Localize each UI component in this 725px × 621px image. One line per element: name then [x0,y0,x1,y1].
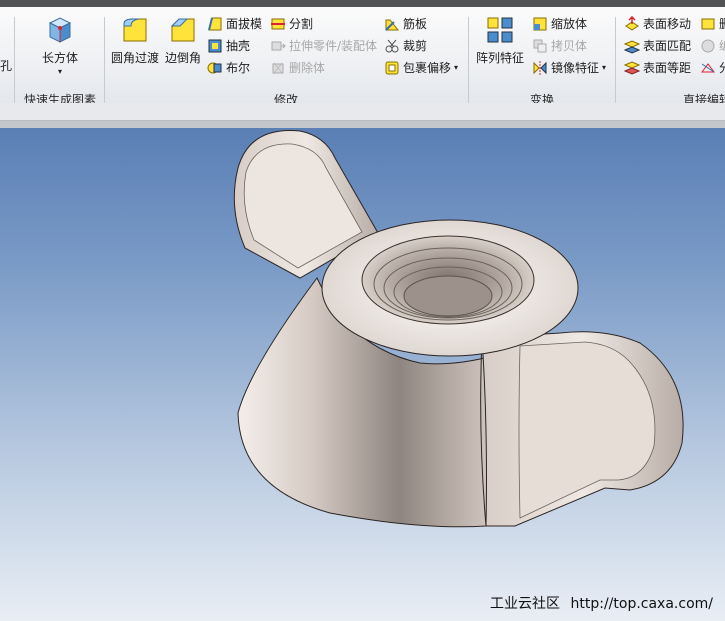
wrap-offset-dropdown-arrow[interactable]: ▾ [454,63,458,72]
rib-icon [384,16,400,32]
rib-button[interactable]: 筋板 [384,15,427,32]
ribbon-footer [0,103,725,121]
trim-label: 裁剪 [403,39,428,53]
delete-body-label: 删除体 [289,61,326,75]
watermark: 工业云社区 http://top.caxa.com/ [484,593,713,613]
stretch-label: 拉伸零件/装配体 [289,39,378,53]
split-label: 分割 [289,17,314,31]
scale-icon [532,16,548,32]
chamfer-button[interactable]: 边倒角 [163,12,203,66]
direct-edit-b-icon [700,38,716,54]
wing-nut-model[interactable] [0,128,725,621]
draft-icon [207,16,223,32]
wrap-offset-icon [384,60,400,76]
direct-delete-button[interactable]: 删 [700,15,725,32]
separator [615,17,616,109]
face-offset-button[interactable]: 表面等距 [624,59,691,76]
copy-body-icon [532,38,548,54]
mirror-dropdown-arrow[interactable]: ▾ [602,63,606,72]
direct-delete-label: 删 [719,15,725,32]
direct-edit-b-label: 编 [719,37,725,54]
stretch-icon [270,38,286,54]
face-move-label: 表面移动 [643,17,692,31]
split-button[interactable]: 分割 [270,15,313,32]
face-offset-label: 表面等距 [643,61,692,75]
box-button[interactable]: 长方体 ▾ [38,12,82,76]
scale-button[interactable]: 缩放体 [532,15,587,32]
face-match-label: 表面匹配 [643,39,692,53]
3d-viewport[interactable]: 工业云社区 http://top.caxa.com/ [0,128,725,621]
wrap-offset-label: 包裹偏移 [403,61,452,75]
stretch-button[interactable]: 拉伸零件/装配体 [270,37,377,54]
pattern-label: 阵列特征 [475,51,524,65]
mirror-icon [532,60,548,76]
boolean-label: 布尔 [226,61,251,75]
box-dropdown-arrow[interactable]: ▾ [38,68,82,76]
separator [468,17,469,109]
fillet-icon [119,14,151,46]
face-move-button[interactable]: 表面移动 [624,15,691,32]
direct-split-label: 分 [719,59,725,76]
face-move-icon [624,15,640,32]
shell-icon [207,38,223,54]
face-offset-icon [624,60,640,76]
shell-label: 抽壳 [226,39,251,53]
direct-edit-b-button[interactable]: 编 [700,37,725,54]
box-icon [44,14,76,46]
copy-body-label: 拷贝体 [551,39,588,53]
mirror-label: 镜像特征 [551,61,600,75]
trim-icon [384,38,400,54]
direct-delete-icon [700,16,716,32]
chamfer-label: 边倒角 [164,51,201,65]
boolean-icon [207,60,223,76]
watermark-site: 工业云社区 [490,596,561,612]
ribbon-shadow [0,121,725,128]
split-icon [270,16,286,32]
face-match-icon [624,38,640,54]
direct-split-button[interactable]: 分 [700,59,725,76]
draft-label: 面拔模 [226,17,263,31]
delete-body-icon [270,60,286,76]
wrap-offset-button[interactable]: 包裹偏移 ▾ [384,59,458,76]
box-label: 长方体 [41,51,78,65]
fillet-button[interactable]: 圆角过渡 [110,12,160,66]
trim-button[interactable]: 裁剪 [384,37,427,54]
rib-label: 筋板 [403,17,428,31]
fillet-label: 圆角过渡 [110,51,159,65]
pattern-icon [484,14,516,46]
separator [104,17,105,109]
delete-body-button[interactable]: 删除体 [270,59,325,76]
hole-label: 孔 [0,59,13,73]
watermark-url: http://top.caxa.com/ [570,596,714,612]
copy-body-button[interactable]: 拷贝体 [532,37,587,54]
pattern-button[interactable]: 阵列特征 [474,12,526,66]
chamfer-icon [167,14,199,46]
face-match-button[interactable]: 表面匹配 [624,37,691,54]
title-bar-strip [0,0,725,7]
separator [14,17,15,109]
scale-label: 缩放体 [551,17,588,31]
direct-split-icon [700,60,716,76]
hole-button[interactable]: 孔 [0,57,12,74]
mirror-button[interactable]: 镜像特征 ▾ [532,59,606,76]
boolean-button[interactable]: 布尔 [207,59,250,76]
ribbon: 孔 长方体 ▾ 快速生成图素 圆角过渡 边倒角 面拔模 抽壳 布尔 分割 拉伸零… [0,7,725,109]
draft-button[interactable]: 面拔模 [207,15,262,32]
shell-button[interactable]: 抽壳 [207,37,250,54]
